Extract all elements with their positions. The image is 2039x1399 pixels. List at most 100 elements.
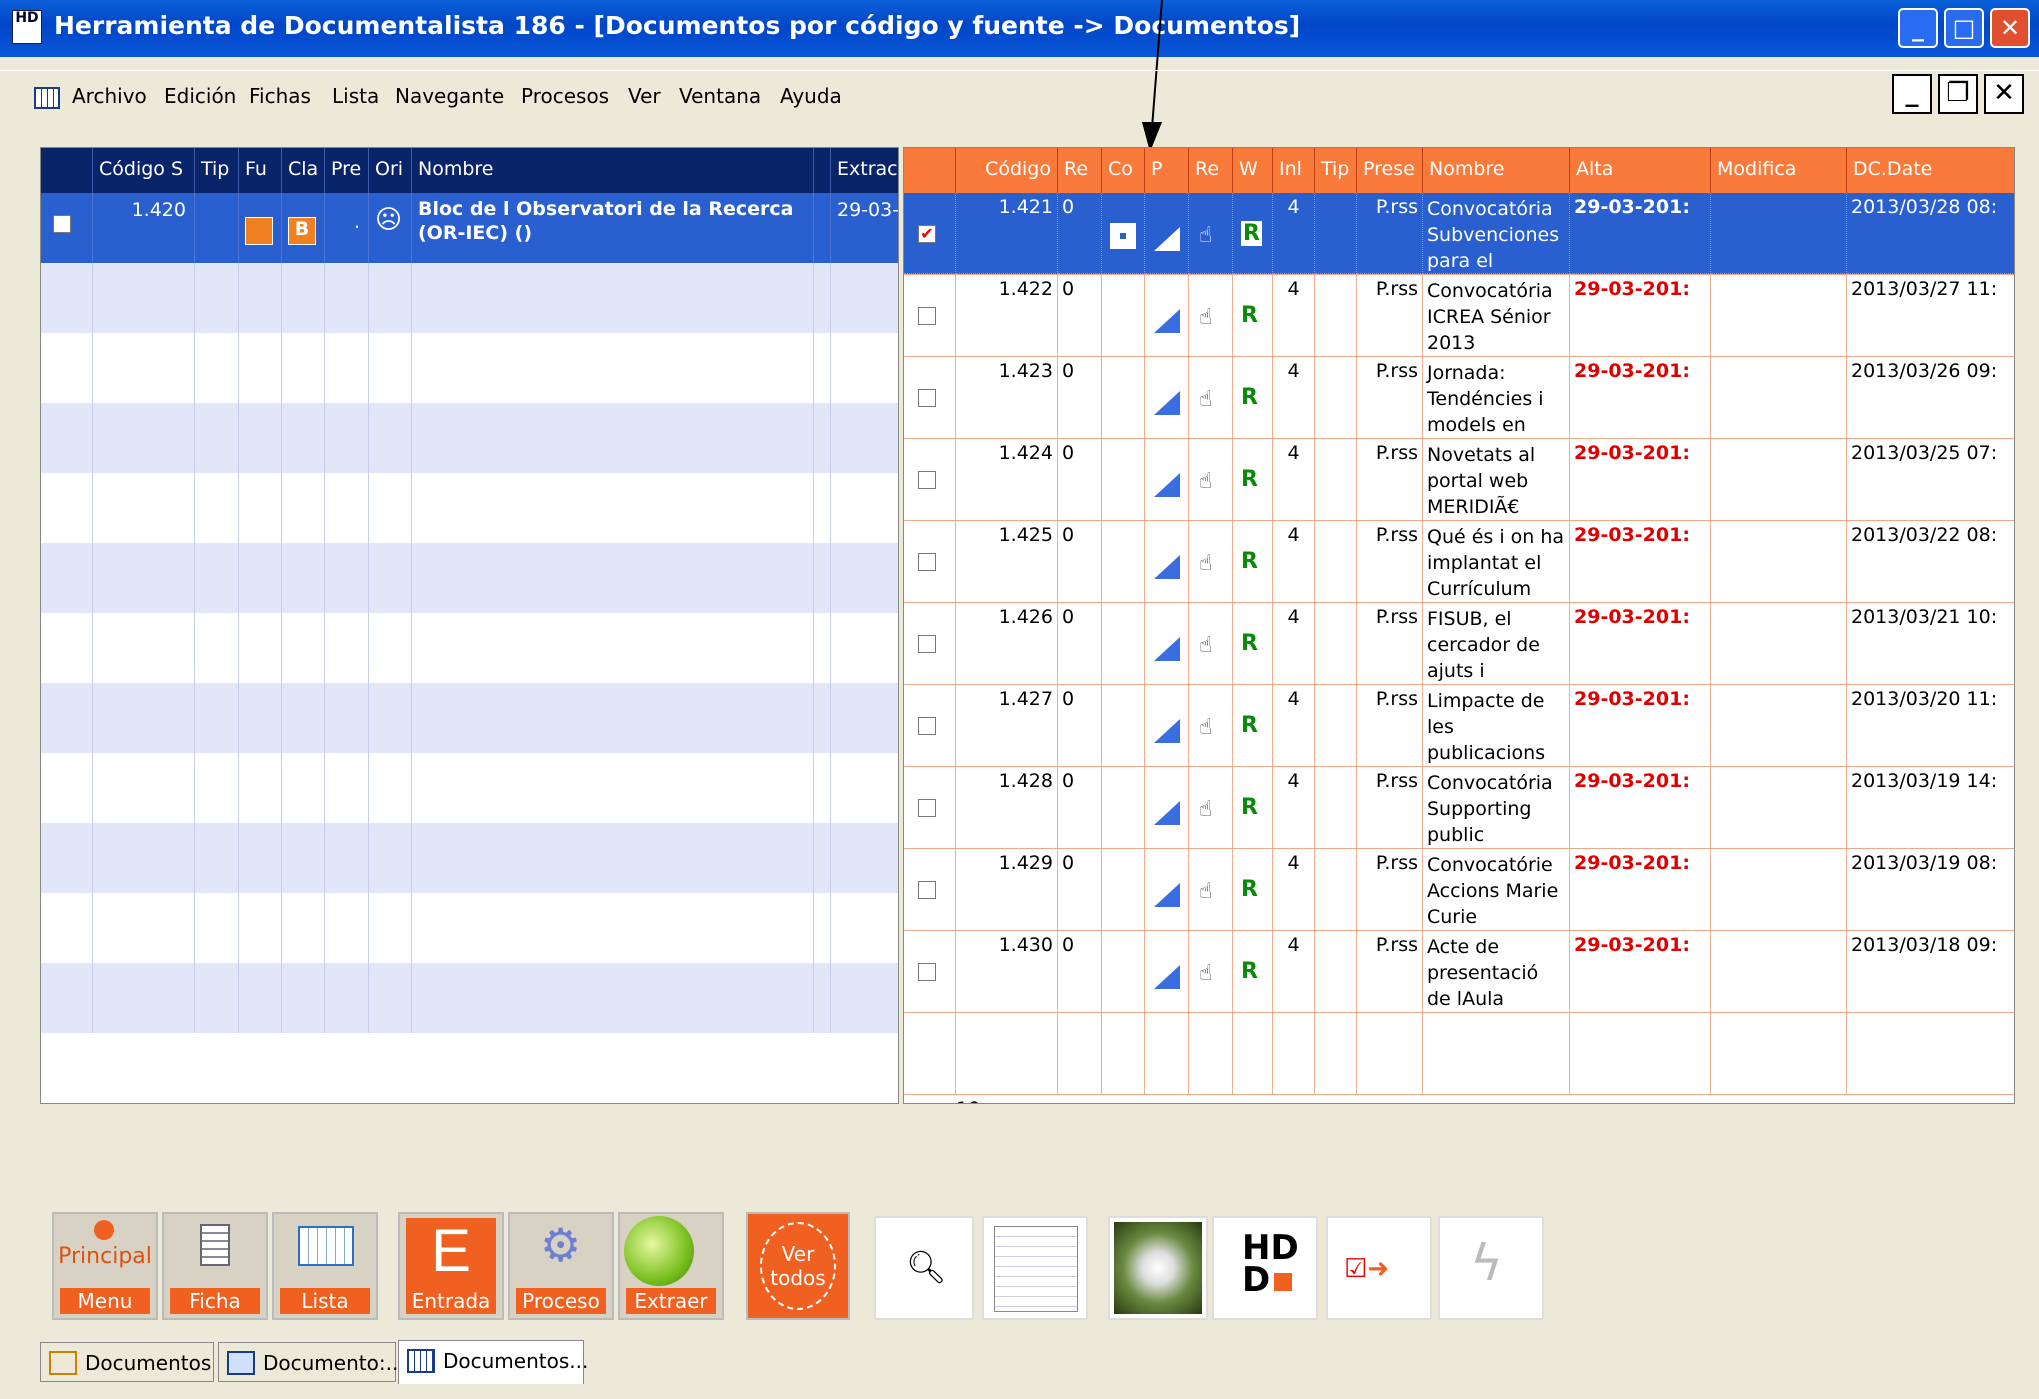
document-row[interactable]: 1.430 0 ☝ R 4 P.rss Acte de presentació de lAu… <box>904 931 2014 1013</box>
hand-pointer-icon[interactable]: ☝ <box>1199 879 1212 904</box>
row-checkbox[interactable] <box>918 881 936 899</box>
col-re[interactable]: Re <box>1058 148 1102 193</box>
col-co[interactable]: Co <box>1102 148 1145 193</box>
hand-pointer-icon[interactable]: ☝ <box>1199 715 1212 740</box>
col-nombre[interactable]: Nombre <box>412 148 814 193</box>
hand-pointer-icon[interactable]: ☝ <box>1199 633 1212 658</box>
hand-pointer-icon[interactable]: ☝ <box>1199 387 1212 412</box>
grid-cell: R <box>1233 275 1273 356</box>
grid-cell <box>412 403 814 473</box>
col-ori[interactable]: Ori <box>369 148 412 193</box>
menu-navegante[interactable]: Navegante <box>395 84 504 108</box>
export-button[interactable]: ☑➜ <box>1326 1216 1432 1320</box>
tab-documentos-list[interactable]: Documentos... <box>398 1340 588 1384</box>
grid-cell <box>41 193 93 263</box>
col-tip[interactable]: Tip <box>1315 148 1357 193</box>
col-alta[interactable]: Alta <box>1570 148 1711 193</box>
col-prese[interactable]: Prese <box>1357 148 1423 193</box>
ficha-button[interactable]: Ficha <box>162 1212 268 1320</box>
document-row[interactable]: 1.422 0 ☝ R 4 P.rss Convocatória ICREA Sénior … <box>904 275 2014 357</box>
hand-pointer-icon[interactable]: ☝ <box>1199 551 1212 576</box>
menu-ayuda[interactable]: Ayuda <box>780 84 842 108</box>
source-row[interactable]: 1.420 B. ☹ Bloc de l Observatori de la Rece… <box>41 193 898 263</box>
lightning-button[interactable]: ϟ <box>1438 1216 1544 1320</box>
hand-pointer-icon[interactable]: ☝ <box>1199 305 1212 330</box>
minimize-button[interactable]: _ <box>1898 8 1938 48</box>
col-extrac[interactable]: Extrac <box>831 148 898 193</box>
col-dc-date[interactable]: DC.Date <box>1847 148 2014 193</box>
principal-menu-button[interactable]: Principal Menu <box>52 1212 158 1320</box>
row-checkbox[interactable] <box>918 635 936 653</box>
entrada-button[interactable]: E Entrada <box>398 1212 504 1320</box>
tab-documento-form[interactable]: Documento:... <box>218 1342 405 1382</box>
document-window-icon[interactable] <box>34 87 60 109</box>
title-bar: HD Herramienta de Documentalista 186 - [… <box>0 0 2039 57</box>
mdi-minimize-button[interactable]: _ <box>1892 74 1932 114</box>
col-codigo-s[interactable]: Código S <box>93 148 195 193</box>
search-button[interactable]: 🔍︎ <box>874 1216 974 1320</box>
close-button[interactable]: ✕ <box>1990 8 2030 48</box>
col-re2[interactable]: Re <box>1189 148 1233 193</box>
menu-archivo[interactable]: Archivo <box>72 84 147 108</box>
col-fu[interactable]: Fu <box>239 148 282 193</box>
document-row[interactable]: 1.423 0 ☝ R 4 P.rss Jornada: Tendéncies i mode… <box>904 357 2014 439</box>
documents-grid[interactable]: Código Re Co P Re W Inl Tip Prese Nombre… <box>903 147 2015 1104</box>
col-codigo[interactable]: Código <box>956 148 1058 193</box>
document-row[interactable]: 1.425 0 ☝ R 4 P.rss Qué és i on ha implantat e… <box>904 521 2014 603</box>
hand-pointer-icon[interactable]: ☝ <box>1199 469 1212 494</box>
row-checkbox[interactable] <box>918 307 936 325</box>
col-pre[interactable]: Pre <box>325 148 369 193</box>
row-checkbox[interactable] <box>918 963 936 981</box>
ver-todos-button[interactable]: Ver todos <box>746 1212 850 1320</box>
lista-button[interactable]: Lista <box>272 1212 378 1320</box>
dandelion-button[interactable] <box>1108 1216 1208 1320</box>
grid-cell <box>93 543 195 613</box>
grid-cell <box>93 893 195 963</box>
document-row[interactable]: 1.426 0 ☝ R 4 P.rss FISUB, el cercador de ajut… <box>904 603 2014 685</box>
row-checkbox[interactable] <box>918 389 936 407</box>
menu-edicion[interactable]: Edición <box>164 84 236 108</box>
app-icon[interactable]: HD <box>12 10 42 44</box>
row-checkbox[interactable] <box>53 215 71 233</box>
row-checkbox[interactable]: ✔ <box>918 225 936 243</box>
col-w[interactable]: W <box>1233 148 1273 193</box>
menu-fichas[interactable]: Fichas <box>249 84 311 108</box>
col-modifica[interactable]: Modifica <box>1711 148 1847 193</box>
maximize-button[interactable]: □ <box>1944 8 1984 48</box>
document-row[interactable]: 1.429 0 ☝ R 4 P.rss Convocatórie Accions Marie… <box>904 849 2014 931</box>
grid-cell <box>369 263 412 333</box>
hand-pointer-icon[interactable]: ☝ <box>1199 961 1212 986</box>
document-row[interactable]: ✔ 1.421 0 ☝ R 4 P.rss Convocatória Subvenciones… <box>904 193 2014 275</box>
hand-pointer-icon[interactable]: ☝ <box>1199 223 1212 248</box>
mdi-restore-button[interactable]: ❐ <box>1938 74 1978 114</box>
mdi-close-button[interactable]: ✕ <box>1984 74 2024 114</box>
document-row[interactable]: 1.428 0 ☝ R 4 P.rss Convocatória Supporting pu… <box>904 767 2014 849</box>
calendar-button[interactable] <box>982 1216 1088 1320</box>
row-checkbox[interactable] <box>918 717 936 735</box>
empty-row <box>904 1013 2014 1095</box>
hd-button[interactable]: HD D <box>1212 1216 1318 1320</box>
col-nombre[interactable]: Nombre <box>1423 148 1570 193</box>
col-p[interactable]: P <box>1145 148 1189 193</box>
hand-pointer-icon[interactable]: ☝ <box>1199 797 1212 822</box>
row-checkbox[interactable] <box>918 553 936 571</box>
menu-procesos[interactable]: Procesos <box>521 84 609 108</box>
sources-grid[interactable]: Código S Tip Fu Cla Pre Ori Nombre Extra… <box>40 147 899 1104</box>
proceso-button[interactable]: ⚙ Proceso <box>508 1212 614 1320</box>
col-cla[interactable]: Cla <box>282 148 325 193</box>
grid-cell: ☝ <box>1189 521 1233 602</box>
menu-ver[interactable]: Ver <box>628 84 661 108</box>
grid-cell: ☝ <box>1189 357 1233 438</box>
col-inl[interactable]: Inl <box>1273 148 1315 193</box>
col-tip[interactable]: Tip <box>195 148 239 193</box>
document-row[interactable]: 1.427 0 ☝ R 4 P.rss Limpacte de les publicacio… <box>904 685 2014 767</box>
extraer-button[interactable]: Extraer <box>618 1212 724 1320</box>
row-checkbox[interactable] <box>918 799 936 817</box>
menu-lista[interactable]: Lista <box>332 84 379 108</box>
tab-documentos-tree[interactable]: Documentos <box>40 1342 214 1382</box>
grid-cell <box>831 613 898 683</box>
menu-ventana[interactable]: Ventana <box>679 84 761 108</box>
grid-cell <box>282 963 325 1033</box>
document-row[interactable]: 1.424 0 ☝ R 4 P.rss Novetats al portal web MER… <box>904 439 2014 521</box>
row-checkbox[interactable] <box>918 471 936 489</box>
